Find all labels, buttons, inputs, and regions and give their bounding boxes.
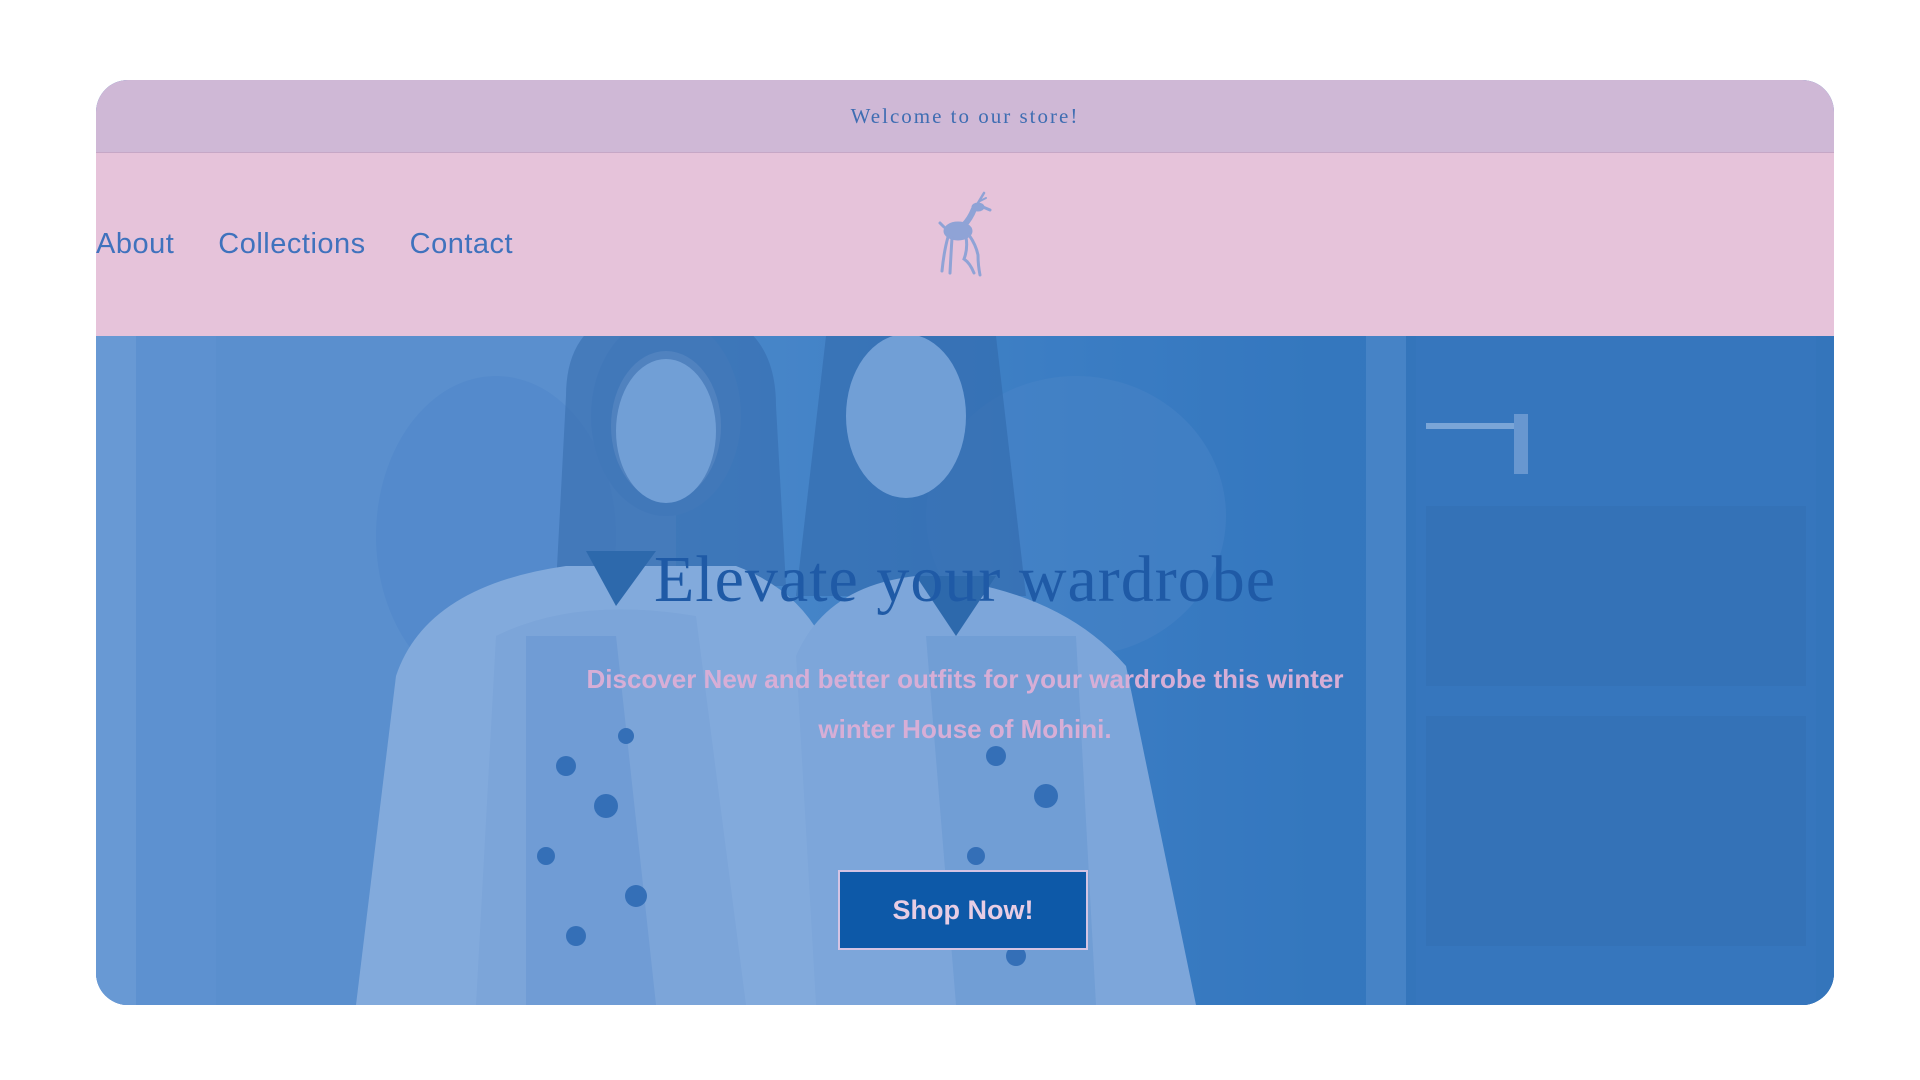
nav-link-about[interactable]: About (96, 228, 174, 261)
storefront-window: Welcome to our store! About Collections … (96, 80, 1834, 1005)
site-header: About Collections Contact (96, 153, 1834, 336)
hero-subtitle: Discover New and better outfits for your… (586, 664, 1344, 744)
hero-content: Elevate your wardrobe Discover New and b… (96, 336, 1834, 1005)
nav-link-contact[interactable]: Contact (410, 228, 513, 261)
deer-logo-icon[interactable] (934, 189, 992, 277)
announcement-bar: Welcome to our store! (96, 80, 1834, 153)
shop-now-button[interactable]: Shop Now! (838, 870, 1088, 950)
announcement-text: Welcome to our store! (850, 103, 1080, 128)
nav-link-collections[interactable]: Collections (218, 228, 365, 261)
main-nav: About Collections Contact (96, 153, 557, 336)
hero-title: Elevate your wardrobe (653, 543, 1277, 616)
hero-banner: Elevate your wardrobe Discover New and b… (96, 336, 1834, 1005)
